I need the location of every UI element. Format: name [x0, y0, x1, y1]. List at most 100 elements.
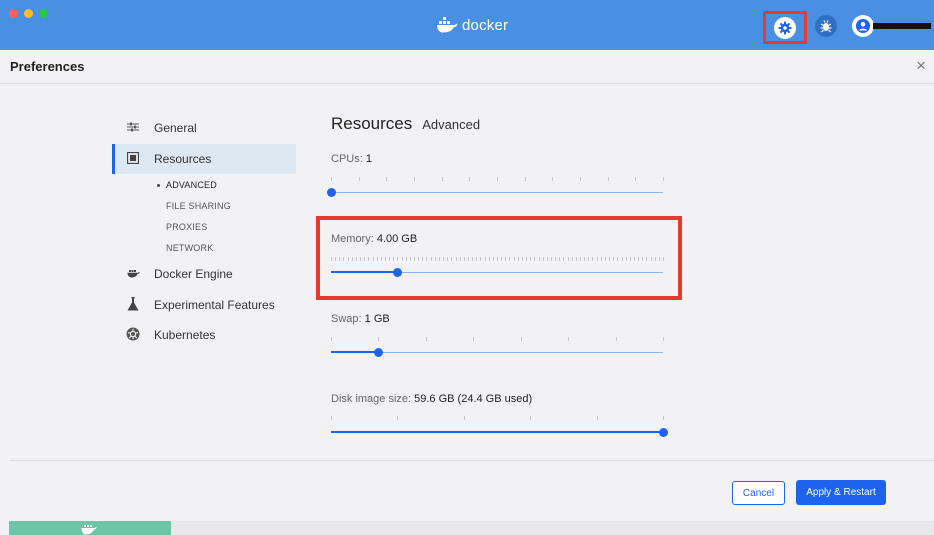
- cpus-value: 1: [365, 153, 372, 165]
- slider-thumb[interactable]: [393, 268, 403, 277]
- slider-tick: [600, 257, 602, 261]
- swap-label-text: Swap:: [331, 313, 362, 325]
- slider-tick: [526, 257, 528, 261]
- slider-thumb[interactable]: [659, 428, 668, 437]
- sidebar-item-label: Resources: [154, 152, 212, 166]
- title-bar: docker: [0, 0, 934, 50]
- sidebar-item-kubernetes[interactable]: Kubernetes: [112, 320, 296, 350]
- slider-tick: [546, 257, 548, 261]
- slider-tick: [517, 257, 519, 261]
- slider-tick: [355, 257, 357, 261]
- swap-value: 1 GB: [364, 313, 390, 325]
- account-button[interactable]: [852, 15, 874, 37]
- slider-tick: [376, 257, 378, 261]
- slider-track: [331, 192, 663, 193]
- memory-label: Memory: 4.00 GB: [331, 233, 417, 245]
- memory-slider[interactable]: [331, 266, 663, 280]
- slider-fill: [331, 351, 379, 353]
- disk-value: 59.6 GB (24.4 GB used): [414, 393, 533, 405]
- swap-ticks: [331, 337, 664, 341]
- slider-tick: [513, 257, 515, 261]
- slider-tick: [575, 257, 577, 261]
- slider-tick: [567, 257, 569, 261]
- slider-tick: [663, 337, 664, 341]
- slider-tick: [658, 257, 660, 261]
- slider-fill: [331, 431, 663, 433]
- page-title: Preferences: [10, 59, 85, 74]
- slider-thumb[interactable]: [327, 188, 336, 197]
- slider-tick: [331, 337, 332, 341]
- slider-tick: [347, 257, 349, 261]
- sidebar-subitem-network[interactable]: NETWORK: [166, 243, 213, 253]
- sidebar-item-resources[interactable]: Resources: [112, 144, 296, 174]
- slider-tick: [368, 257, 370, 261]
- bug-icon: [820, 20, 832, 33]
- slider-fill: [331, 271, 398, 273]
- sidebar-subitem-file-sharing[interactable]: FILE SHARING: [166, 201, 231, 211]
- sidebar-item-docker-engine[interactable]: Docker Engine: [112, 259, 296, 289]
- slider-tick: [571, 257, 573, 261]
- slider-tick: [463, 416, 465, 420]
- tab-advanced[interactable]: Advanced: [422, 117, 480, 132]
- slider-tick: [378, 337, 380, 341]
- zoom-window-button[interactable]: [39, 9, 48, 18]
- slider-tick: [441, 177, 443, 181]
- slider-tick: [629, 257, 631, 261]
- slider-tick: [509, 257, 511, 261]
- slider-tick: [663, 177, 664, 181]
- whale-icon: [437, 17, 458, 33]
- slider-tick: [331, 177, 332, 181]
- cpus-slider[interactable]: [327, 186, 663, 200]
- slider-tick: [550, 257, 552, 261]
- swap-slider[interactable]: [331, 346, 663, 360]
- troubleshoot-button[interactable]: [815, 15, 837, 37]
- slider-tick: [505, 257, 507, 261]
- whale-icon: [122, 267, 144, 281]
- slider-tick: [542, 257, 544, 261]
- slider-tick: [380, 257, 382, 261]
- slider-tick: [555, 257, 557, 261]
- slider-tick: [613, 257, 615, 261]
- kubernetes-icon: [122, 327, 144, 344]
- settings-button[interactable]: [763, 11, 807, 44]
- slider-tick: [530, 257, 532, 261]
- minimize-window-button[interactable]: [24, 9, 33, 18]
- slider-tick: [434, 257, 436, 261]
- slider-thumb[interactable]: [374, 348, 384, 357]
- swap-label: Swap: 1 GB: [331, 313, 390, 325]
- slider-tick: [484, 257, 486, 261]
- slider-tick: [609, 257, 611, 261]
- sidebar-item-general[interactable]: General: [112, 113, 296, 143]
- slider-tick: [351, 257, 353, 261]
- cpus-ticks: [331, 177, 664, 181]
- slider-tick: [372, 257, 374, 261]
- slider-tick: [425, 337, 427, 341]
- disk-slider[interactable]: [331, 426, 668, 440]
- slider-tick: [393, 257, 395, 261]
- slider-tick: [580, 177, 581, 181]
- close-icon[interactable]: ×: [916, 56, 926, 76]
- disk-label: Disk image size: 59.6 GB (24.4 GB used): [331, 393, 532, 405]
- slider-tick: [438, 257, 440, 261]
- user-icon: [856, 19, 870, 33]
- slider-tick: [447, 257, 449, 261]
- apply-restart-button[interactable]: Apply & Restart: [796, 480, 886, 505]
- slider-tick: [397, 257, 399, 261]
- resources-icon: [122, 151, 144, 167]
- sidebar-item-experimental-features[interactable]: Experimental Features: [112, 290, 296, 320]
- section-title: Resources: [331, 114, 413, 133]
- slider-tick: [654, 257, 656, 261]
- slider-tick: [617, 257, 619, 261]
- slider-tick: [467, 257, 469, 261]
- brand-name: docker: [462, 16, 509, 34]
- sidebar-item-label: Experimental Features: [154, 298, 275, 312]
- redacted-username: [873, 23, 931, 29]
- close-window-button[interactable]: [9, 9, 18, 18]
- sidebar-item-label: General: [154, 121, 197, 135]
- slider-tick: [596, 257, 598, 261]
- cancel-button[interactable]: Cancel: [732, 481, 785, 505]
- slider-tick: [625, 257, 627, 261]
- sidebar-subitem-advanced[interactable]: ADVANCED: [166, 180, 217, 190]
- sidebar-subitem-proxies[interactable]: PROXIES: [166, 222, 207, 232]
- slider-tick: [397, 416, 399, 420]
